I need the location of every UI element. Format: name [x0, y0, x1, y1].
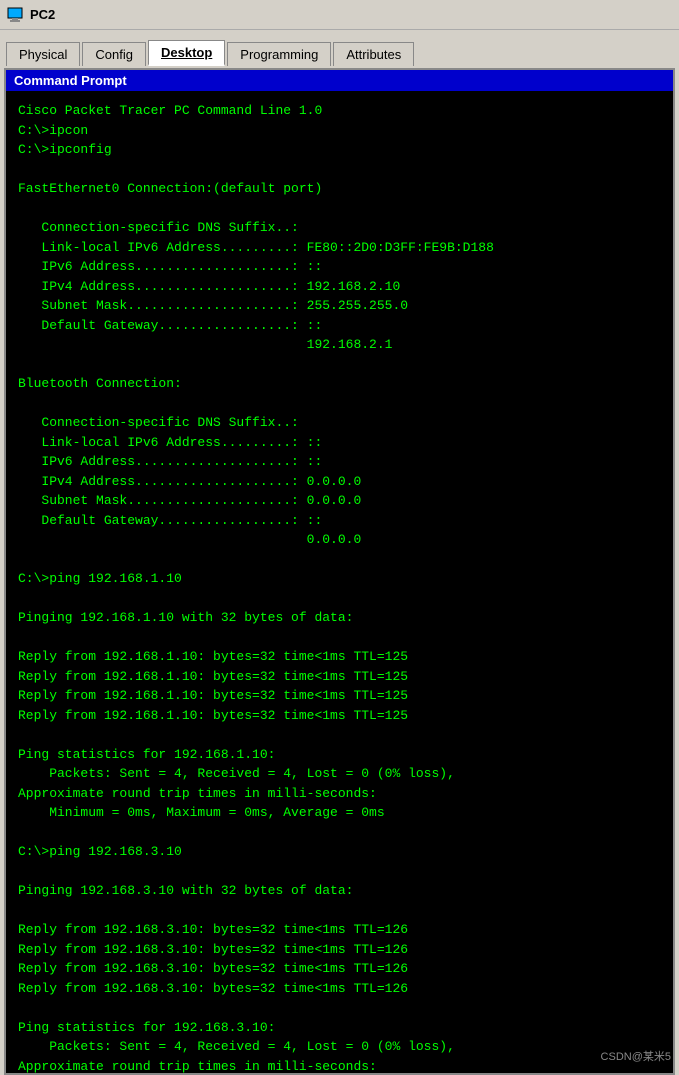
tab-desktop[interactable]: Desktop	[148, 40, 225, 66]
tab-programming[interactable]: Programming	[227, 42, 331, 66]
pc-icon	[6, 6, 24, 24]
watermark: CSDN@某米5	[601, 1048, 671, 1064]
tab-config[interactable]: Config	[82, 42, 146, 66]
main-content: Command Prompt Cisco Packet Tracer PC Co…	[4, 68, 675, 1075]
tab-physical[interactable]: Physical	[6, 42, 80, 66]
tabs-bar: Physical Config Desktop Programming Attr…	[0, 30, 679, 66]
tab-attributes[interactable]: Attributes	[333, 42, 414, 66]
terminal-output[interactable]: Cisco Packet Tracer PC Command Line 1.0 …	[6, 91, 673, 1073]
window-title: PC2	[30, 7, 55, 22]
command-prompt-header: Command Prompt	[6, 70, 673, 91]
title-bar: PC2	[0, 0, 679, 30]
